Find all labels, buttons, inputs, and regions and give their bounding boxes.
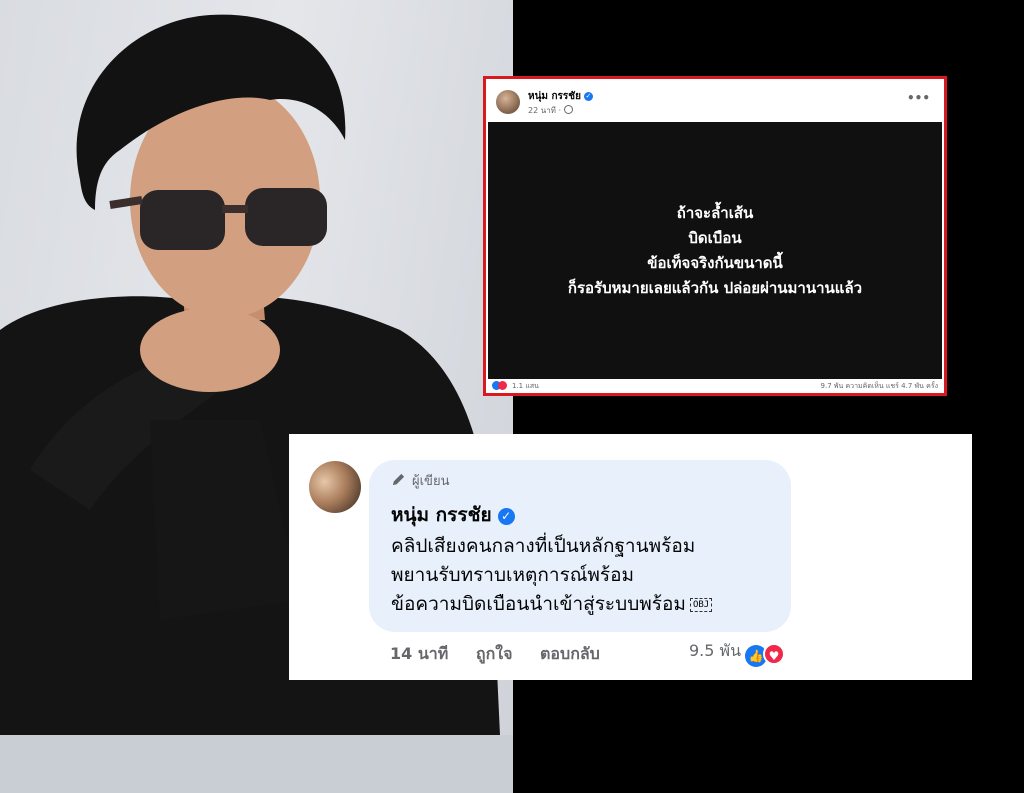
post-line-1: ถ้าจะล้ำเส้น <box>676 203 754 222</box>
comment-line-3-wrap: ข้อความบิดเบือนนำเข้าสู่ระบบพร้อม OBJ <box>391 590 786 619</box>
comment-author-name[interactable]: หนุ่ม กรรชัย ✓ <box>391 500 515 530</box>
verified-badge-icon: ✓ <box>497 508 515 525</box>
reply-button[interactable]: ตอบกลับ <box>540 644 600 663</box>
comment-text: คลิปเสียงคนกลางที่เป็นหลักฐานพร้อม พยานร… <box>391 532 786 619</box>
comment-timestamp[interactable]: 14 นาที <box>390 644 448 663</box>
post-stats[interactable]: 9.7 พัน ความคิดเห็น แชร์ 4.7 พัน ครั้ง <box>821 381 938 392</box>
comment-author-text[interactable]: หนุ่ม กรรชัย <box>391 504 492 526</box>
pen-icon <box>392 473 405 486</box>
post-line-3: ข้อเท็จจริงกันขนาดนี้ <box>647 253 783 272</box>
comment-reactions[interactable]: 9.5 พัน 👍 ♥ <box>689 639 786 667</box>
author-avatar[interactable] <box>496 90 520 114</box>
comment-reaction-count[interactable]: 9.5 พัน <box>689 641 741 660</box>
post-line-2: บิดเบือน <box>688 228 742 247</box>
comment-line-3: ข้อความบิดเบือนนำเข้าสู่ระบบพร้อม <box>391 593 686 615</box>
post-header: หนุ่ม กรรชัย ✓ 22 นาที · ••• <box>492 85 938 119</box>
comment-actions: 14 นาที ถูกใจ ตอบกลับ <box>390 642 622 667</box>
comment-line-2: พยานรับทราบเหตุการณ์พร้อม <box>391 564 635 586</box>
comment-bubble: ผู้เขียน หนุ่ม กรรชัย ✓ คลิปเสียงคนกลางที… <box>369 460 791 632</box>
post-author-text[interactable]: หนุ่ม กรรชัย <box>528 91 581 102</box>
commenter-avatar[interactable] <box>309 461 361 513</box>
comment-line-1: คลิปเสียงคนกลางที่เป็นหลักฐานพร้อม <box>391 535 696 557</box>
post-reaction-count[interactable]: 1.1 แสน <box>512 382 539 390</box>
verified-badge-icon: ✓ <box>583 92 593 101</box>
facebook-post: หนุ่ม กรรชัย ✓ 22 นาที · ••• ถ้าจะล้ำเส้น… <box>483 76 947 396</box>
heart-icon: ♥ <box>763 643 786 665</box>
post-timestamp[interactable]: 22 นาที · <box>528 104 574 117</box>
post-text-background: ถ้าจะล้ำเส้น บิดเบือน ข้อเท็จจริงกันขนาด… <box>488 122 942 379</box>
post-footer: 1.1 แสน 9.7 พัน ความคิดเห็น แชร์ 4.7 พัน… <box>492 381 938 395</box>
obj-placeholder-glyph: OBJ <box>689 598 713 612</box>
post-author-name[interactable]: หนุ่ม กรรชัย ✓ <box>528 89 593 104</box>
like-button[interactable]: ถูกใจ <box>476 644 513 663</box>
post-time-text[interactable]: 22 นาที · <box>528 106 561 115</box>
more-options-icon[interactable]: ••• <box>907 91 930 105</box>
love-reaction-icon <box>498 381 507 390</box>
post-line-4: ก็รอรับหมายเลยแล้วกัน ปล่อยผ่านมานานแล้ว <box>567 278 863 297</box>
facebook-comment: ผู้เขียน หนุ่ม กรรชัย ✓ คลิปเสียงคนกลางที… <box>289 434 972 680</box>
author-badge-label: ผู้เขียน <box>412 474 450 489</box>
globe-icon <box>564 105 574 114</box>
author-badge: ผู้เขียน <box>391 470 449 491</box>
